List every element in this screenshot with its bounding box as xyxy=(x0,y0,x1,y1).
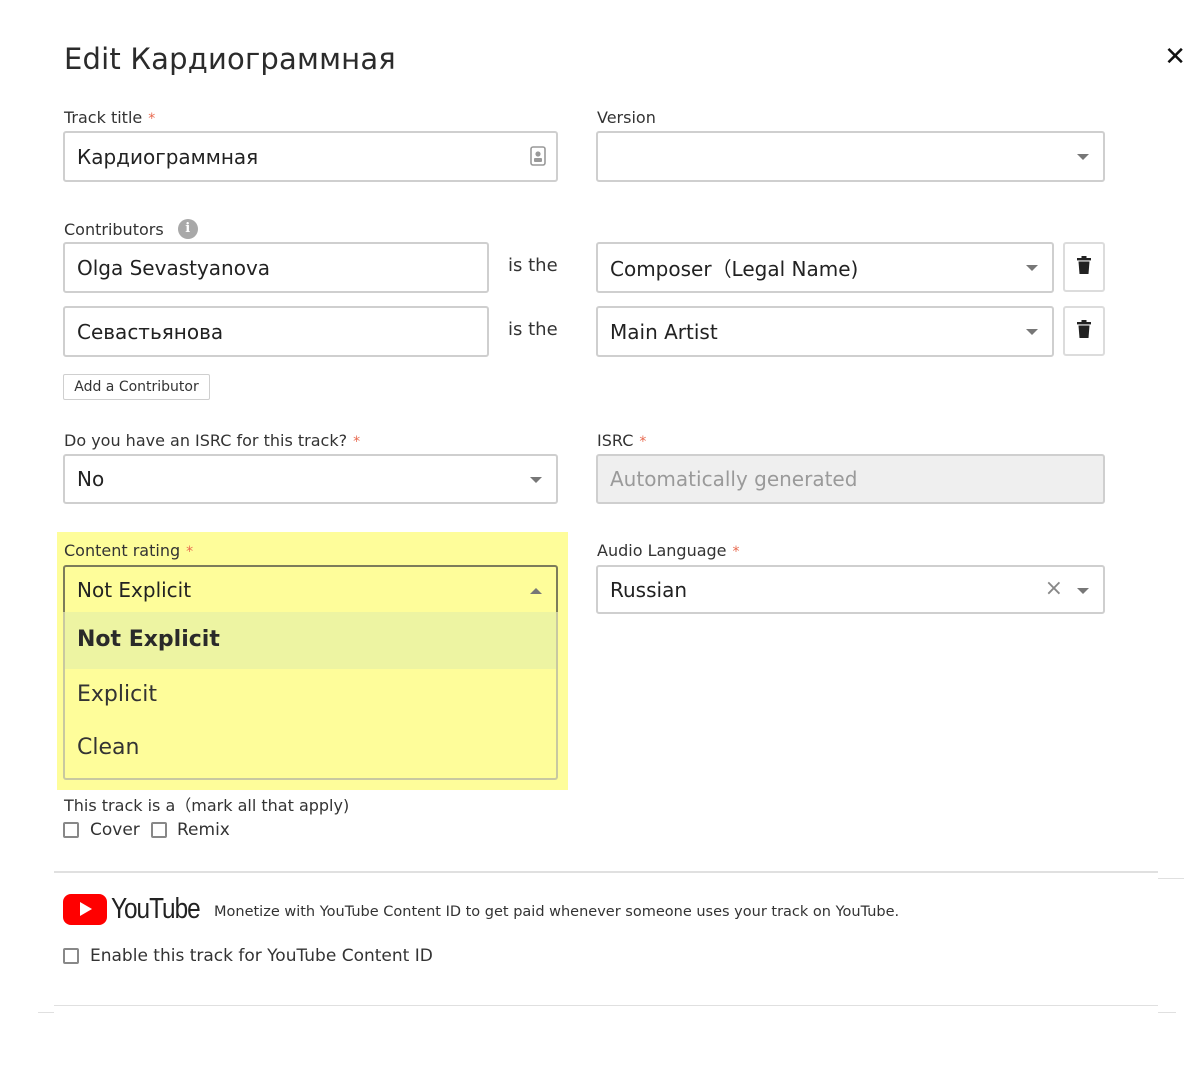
version-select[interactable] xyxy=(596,131,1105,182)
track-title-label: Track title * xyxy=(64,108,156,127)
delete-contributor-button[interactable] xyxy=(1063,242,1105,292)
chevron-up-icon xyxy=(530,588,542,594)
chevron-down-icon xyxy=(1026,329,1038,335)
contributor-role-select[interactable]: Composer（Legal Name) xyxy=(596,242,1054,293)
contributor-role-select[interactable]: Main Artist xyxy=(596,306,1054,357)
youtube-content-id-label: Enable this track for YouTube Content ID xyxy=(90,946,433,966)
info-icon[interactable]: i xyxy=(177,219,198,239)
required-mark: * xyxy=(186,544,194,560)
content-rating-options: Not Explicit Explicit Clean xyxy=(63,612,558,780)
chevron-down-icon xyxy=(1026,265,1038,271)
contributors-label: Contributors i xyxy=(64,219,198,239)
track-type-label: This track is a（mark all that apply) xyxy=(64,796,350,815)
chevron-down-icon xyxy=(530,477,542,483)
required-mark: * xyxy=(353,434,361,450)
content-rating-label: Content rating * xyxy=(64,541,194,560)
trash-icon xyxy=(1077,320,1091,342)
cover-label: Cover xyxy=(90,820,140,840)
divider xyxy=(54,1005,1158,1006)
isrc-question-label: Do you have an ISRC for this track? * xyxy=(64,431,361,450)
is-the-text: is the xyxy=(508,319,558,340)
is-the-text: is the xyxy=(508,255,558,276)
youtube-logo: YouTube xyxy=(63,893,217,926)
required-mark: * xyxy=(148,111,156,127)
chevron-down-icon xyxy=(1077,588,1089,594)
youtube-play-icon xyxy=(63,894,107,925)
divider xyxy=(1158,1012,1176,1013)
chevron-down-icon xyxy=(1077,154,1089,160)
contact-card-icon xyxy=(530,146,546,171)
add-contributor-button[interactable]: Add a Contributor xyxy=(63,374,210,400)
trash-icon xyxy=(1077,256,1091,278)
remix-checkbox[interactable] xyxy=(151,822,167,838)
contributor-name-input[interactable]: Olga Sevastyanova xyxy=(63,242,489,293)
youtube-wordmark: YouTube xyxy=(111,893,201,925)
isrc-question-select[interactable]: No xyxy=(63,454,558,504)
track-title-input[interactable]: Кардиограммная xyxy=(63,131,558,182)
remix-label: Remix xyxy=(177,820,230,840)
divider xyxy=(54,871,1158,873)
cover-checkbox[interactable] xyxy=(63,822,79,838)
isrc-input: Automatically generated xyxy=(596,454,1105,504)
option-explicit[interactable]: Explicit xyxy=(77,682,157,707)
option-clean[interactable]: Clean xyxy=(77,735,139,760)
contributor-name-input[interactable]: Севастьянова xyxy=(63,306,489,357)
content-rating-select[interactable]: Not Explicit xyxy=(63,565,558,614)
youtube-description: Monetize with YouTube Content ID to get … xyxy=(214,904,900,920)
close-icon[interactable]: ✕ xyxy=(1164,44,1186,70)
divider xyxy=(38,1012,54,1013)
delete-contributor-button[interactable] xyxy=(1063,306,1105,356)
youtube-content-id-checkbox[interactable] xyxy=(63,948,79,964)
option-not-explicit[interactable]: Not Explicit xyxy=(77,627,220,652)
divider xyxy=(1158,878,1184,879)
audio-language-select[interactable]: Russian × xyxy=(596,565,1105,614)
required-mark: * xyxy=(639,434,647,450)
version-label: Version xyxy=(597,108,656,127)
required-mark: * xyxy=(732,544,740,560)
track-title-value: Кардиограммная xyxy=(77,144,259,169)
clear-icon[interactable]: × xyxy=(1045,576,1063,601)
dialog-title: Edit Кардиограммная xyxy=(64,42,396,76)
isrc-label: ISRC * xyxy=(597,431,647,450)
audio-language-label: Audio Language * xyxy=(597,541,740,560)
